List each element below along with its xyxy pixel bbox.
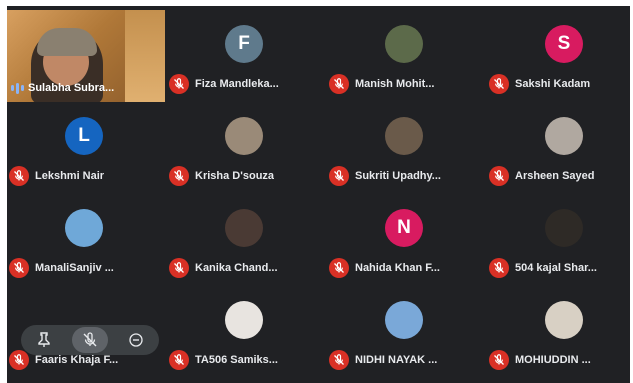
participant-name: Krisha D'souza	[195, 170, 275, 182]
participant-tile[interactable]: N Nahida Khan F...	[329, 194, 481, 282]
self-video-hair	[37, 28, 97, 56]
participant-name: MOHIUDDIN ...	[515, 354, 591, 366]
remove-icon	[129, 333, 143, 347]
mic-muted-icon	[329, 350, 349, 370]
photo-avatar	[545, 301, 583, 339]
participant-name-row: Fiza Mandleka...	[169, 74, 321, 94]
mic-muted-icon	[169, 350, 189, 370]
participant-name: Sukriti Upadhy...	[355, 170, 441, 182]
mic-muted-icon	[489, 350, 509, 370]
participant-name: Kanika Chand...	[195, 262, 278, 274]
mic-muted-icon	[489, 166, 509, 186]
participant-name: Manish Mohit...	[355, 78, 435, 90]
letter-avatar: L	[65, 117, 103, 155]
participant-name-row: Arsheen Sayed	[489, 166, 630, 186]
photo-avatar	[225, 117, 263, 155]
participant-tile[interactable]: F Fiza Mandleka...	[169, 10, 321, 98]
participant-name: Fiza Mandleka...	[195, 78, 279, 90]
self-participant-name: Sulabha Subra...	[28, 82, 115, 94]
participant-tile[interactable]: NIDHI NAYAK ...	[329, 286, 481, 374]
participant-name-row: MOHIUDDIN ...	[489, 350, 630, 370]
mic-off-icon	[83, 332, 97, 347]
participant-name-row: Krisha D'souza	[169, 166, 321, 186]
participant-name-row: 504 kajal Shar...	[489, 258, 630, 278]
tile-hover-controls	[21, 325, 159, 355]
letter-avatar: S	[545, 25, 583, 63]
remove-participant-button[interactable]	[118, 327, 154, 353]
participant-name-row: NIDHI NAYAK ...	[329, 350, 481, 370]
participant-name: Nahida Khan F...	[355, 262, 440, 274]
avatar-letter: S	[557, 33, 571, 54]
participant-tile[interactable]: ManaliSanjiv ...	[9, 194, 161, 282]
participant-name-row: TA506 Samiks...	[169, 350, 321, 370]
participant-tile[interactable]: S Sakshi Kadam	[489, 10, 630, 98]
participant-name: NIDHI NAYAK ...	[355, 354, 438, 366]
mic-muted-icon	[9, 166, 29, 186]
mute-participant-button[interactable]	[72, 327, 108, 353]
meeting-grid: Sulabha Subra... F Fiza Mandleka... Manish…	[7, 6, 630, 383]
avatar-letter: N	[397, 217, 411, 238]
participant-tile[interactable]: 504 kajal Shar...	[489, 194, 630, 282]
mic-muted-icon	[489, 74, 509, 94]
participant-name-row: Nahida Khan F...	[329, 258, 481, 278]
participant-name-row: Lekshmi Nair	[9, 166, 161, 186]
participant-tile[interactable]: Krisha D'souza	[169, 102, 321, 190]
letter-avatar: N	[385, 209, 423, 247]
photo-avatar	[225, 301, 263, 339]
mic-muted-icon	[329, 166, 349, 186]
photo-avatar	[385, 117, 423, 155]
avatar-letter: F	[238, 33, 250, 54]
participant-name: TA506 Samiks...	[195, 354, 278, 366]
mic-muted-icon	[489, 258, 509, 278]
mic-muted-icon	[169, 258, 189, 278]
participant-tile[interactable]: TA506 Samiks...	[169, 286, 321, 374]
avatar-letter: L	[78, 125, 90, 146]
photo-avatar	[385, 25, 423, 63]
self-name-row: Sulabha Subra...	[11, 82, 114, 94]
photo-avatar	[385, 301, 423, 339]
mic-muted-icon	[9, 350, 29, 370]
participant-name-row: Sakshi Kadam	[489, 74, 630, 94]
participant-tile[interactable]: Kanika Chand...	[169, 194, 321, 282]
participant-name: Lekshmi Nair	[35, 170, 105, 182]
participant-name: 504 kajal Shar...	[515, 262, 597, 274]
participant-name: Sakshi Kadam	[515, 78, 591, 90]
participant-name-row: Sukriti Upadhy...	[329, 166, 481, 186]
participant-tile[interactable]: MOHIUDDIN ...	[489, 286, 630, 374]
pin-button[interactable]	[26, 327, 62, 353]
self-video-tile[interactable]: Sulabha Subra...	[7, 10, 165, 102]
self-video-background	[125, 10, 165, 102]
mic-muted-icon	[329, 74, 349, 94]
participant-name: ManaliSanjiv ...	[35, 262, 114, 274]
participant-tile[interactable]: Sukriti Upadhy...	[329, 102, 481, 190]
participant-name: Faaris Khaja F...	[35, 354, 119, 366]
photo-avatar	[545, 209, 583, 247]
mic-muted-icon	[169, 74, 189, 94]
participant-name-row: ManaliSanjiv ...	[9, 258, 161, 278]
participant-name-row: Manish Mohit...	[329, 74, 481, 94]
participant-name: Arsheen Sayed	[515, 170, 595, 182]
photo-avatar	[545, 117, 583, 155]
participant-tile[interactable]: Manish Mohit...	[329, 10, 481, 98]
participant-tile[interactable]: Arsheen Sayed	[489, 102, 630, 190]
photo-avatar	[65, 209, 103, 247]
participant-tile[interactable]: L Lekshmi Nair	[9, 102, 161, 190]
participant-name-row: Kanika Chand...	[169, 258, 321, 278]
letter-avatar: F	[225, 25, 263, 63]
mic-muted-icon	[9, 258, 29, 278]
mic-muted-icon	[329, 258, 349, 278]
photo-avatar	[225, 209, 263, 247]
speaking-indicator-icon	[11, 82, 24, 94]
mic-muted-icon	[169, 166, 189, 186]
pin-icon	[38, 332, 50, 347]
